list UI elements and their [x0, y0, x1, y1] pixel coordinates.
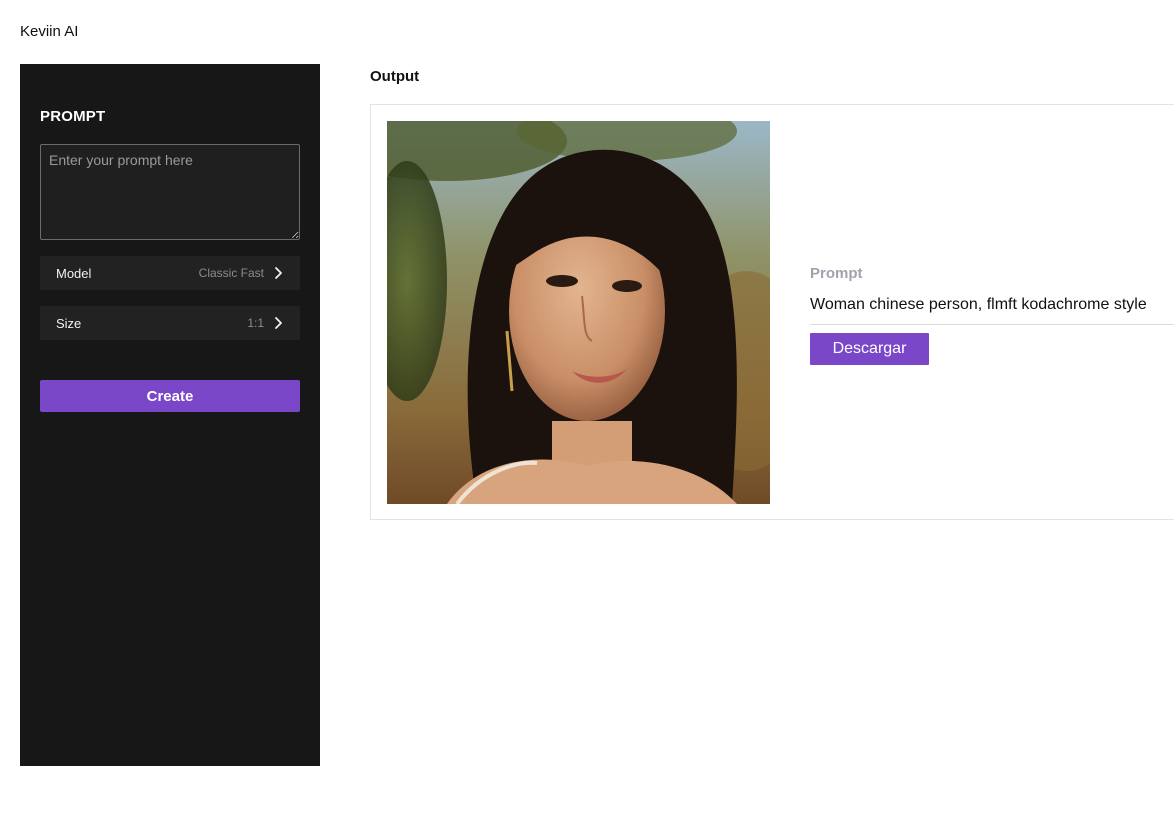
model-value: Classic Fast — [198, 266, 264, 280]
size-value: 1:1 — [247, 316, 264, 330]
create-button[interactable]: Create — [40, 380, 300, 412]
model-label: Model — [56, 265, 92, 281]
chevron-right-icon — [274, 316, 284, 330]
download-button[interactable]: Descargar — [810, 333, 929, 365]
output-divider — [810, 324, 1174, 325]
size-label: Size — [56, 315, 82, 331]
output-prompt-text: Woman chinese person, flmft kodachrome s… — [810, 296, 1147, 313]
output-card: Prompt Woman chinese person, flmft kodac… — [370, 104, 1174, 520]
chevron-right-icon — [274, 266, 284, 280]
sidebar: PROMPT Model Classic Fast Size 1:1 Creat… — [20, 64, 320, 766]
prompt-heading: PROMPT — [40, 108, 106, 125]
app-title: Keviin AI — [20, 23, 79, 40]
size-selector[interactable]: Size 1:1 — [40, 306, 300, 340]
output-heading: Output — [370, 68, 420, 85]
model-selector[interactable]: Model Classic Fast — [40, 256, 300, 290]
prompt-input[interactable] — [40, 144, 300, 240]
generated-image — [387, 121, 770, 504]
output-prompt-label: Prompt — [810, 265, 863, 282]
